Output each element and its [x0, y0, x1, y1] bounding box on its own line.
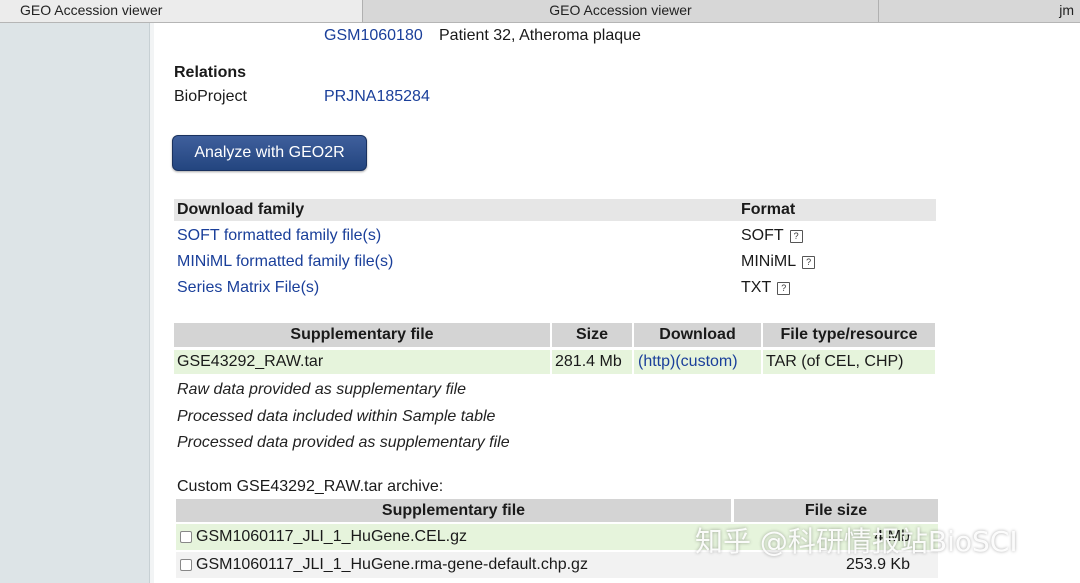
- help-icon[interactable]: ?: [802, 256, 816, 269]
- sup-header-size: Size: [552, 323, 634, 347]
- note-raw-data: Raw data provided as supplementary file: [177, 381, 467, 398]
- sup-header-download: Download: [634, 323, 763, 347]
- note-processed-sample-table: Processed data included within Sample ta…: [177, 408, 496, 425]
- browser-tab-jm[interactable]: jm: [879, 0, 1080, 22]
- bioproject-label: BioProject: [174, 88, 247, 105]
- txt-format-label: TXT: [741, 279, 772, 296]
- download-family-header: Download family: [174, 199, 737, 221]
- row-checkbox[interactable]: [180, 559, 192, 571]
- sample-link-gsm1060180[interactable]: GSM1060180: [324, 27, 423, 45]
- sup-file-size: 281.4 Mb: [552, 350, 634, 374]
- archive-header-file: Supplementary file: [176, 499, 731, 522]
- sup-file-type: TAR (of CEL, CHP): [763, 350, 935, 374]
- sup-download-cell: (http)(custom): [634, 350, 763, 374]
- analyze-geo2r-button[interactable]: Analyze with GEO2R: [172, 135, 367, 171]
- soft-family-link[interactable]: SOFT formatted family file(s): [177, 227, 381, 245]
- help-icon[interactable]: ?: [789, 230, 803, 243]
- archive-file-name: GSM1060117_JLI_1_HuGene.rma-gene-default…: [196, 556, 588, 573]
- custom-download-link[interactable]: (custom): [675, 353, 737, 370]
- archive-file-name: GSM1060117_JLI_1_HuGene.CEL.gz: [196, 528, 467, 545]
- miniml-format-label: MINiML: [741, 253, 797, 270]
- browser-tab-geo-1[interactable]: GEO Accession viewer: [0, 0, 363, 22]
- sup-header-file: Supplementary file: [174, 323, 552, 347]
- row-checkbox[interactable]: [180, 531, 192, 543]
- archive-header-size: File size: [734, 499, 938, 522]
- bioproject-link[interactable]: PRJNA185284: [324, 88, 430, 106]
- sample-description: Patient 32, Atheroma plaque: [439, 27, 641, 44]
- txt-format: TXT?: [741, 279, 791, 297]
- http-download-link[interactable]: (http): [638, 353, 675, 370]
- custom-archive-title: Custom GSE43292_RAW.tar archive:: [177, 478, 444, 495]
- browser-tab-geo-2[interactable]: GEO Accession viewer: [363, 0, 879, 22]
- sidebar-divider: [149, 23, 154, 583]
- soft-format-label: SOFT: [741, 227, 784, 244]
- miniml-family-link[interactable]: MINiML formatted family file(s): [177, 253, 393, 271]
- browser-tab-bar: GEO Accession viewer GEO Accession viewe…: [0, 0, 1080, 23]
- miniml-format: MINiML?: [741, 253, 816, 271]
- relations-heading: Relations: [174, 64, 247, 81]
- sup-file-name: GSE43292_RAW.tar: [174, 350, 552, 374]
- soft-format: SOFT?: [741, 227, 803, 245]
- watermark-text: 知乎 @科研情报站BioSCI: [695, 525, 1018, 558]
- left-sidebar: [0, 23, 149, 583]
- note-processed-supplementary: Processed data provided as supplementary…: [177, 434, 510, 451]
- series-matrix-link[interactable]: Series Matrix File(s): [177, 279, 319, 297]
- format-header: Format: [737, 199, 936, 221]
- sup-header-type: File type/resource: [763, 323, 935, 347]
- help-icon[interactable]: ?: [777, 282, 791, 295]
